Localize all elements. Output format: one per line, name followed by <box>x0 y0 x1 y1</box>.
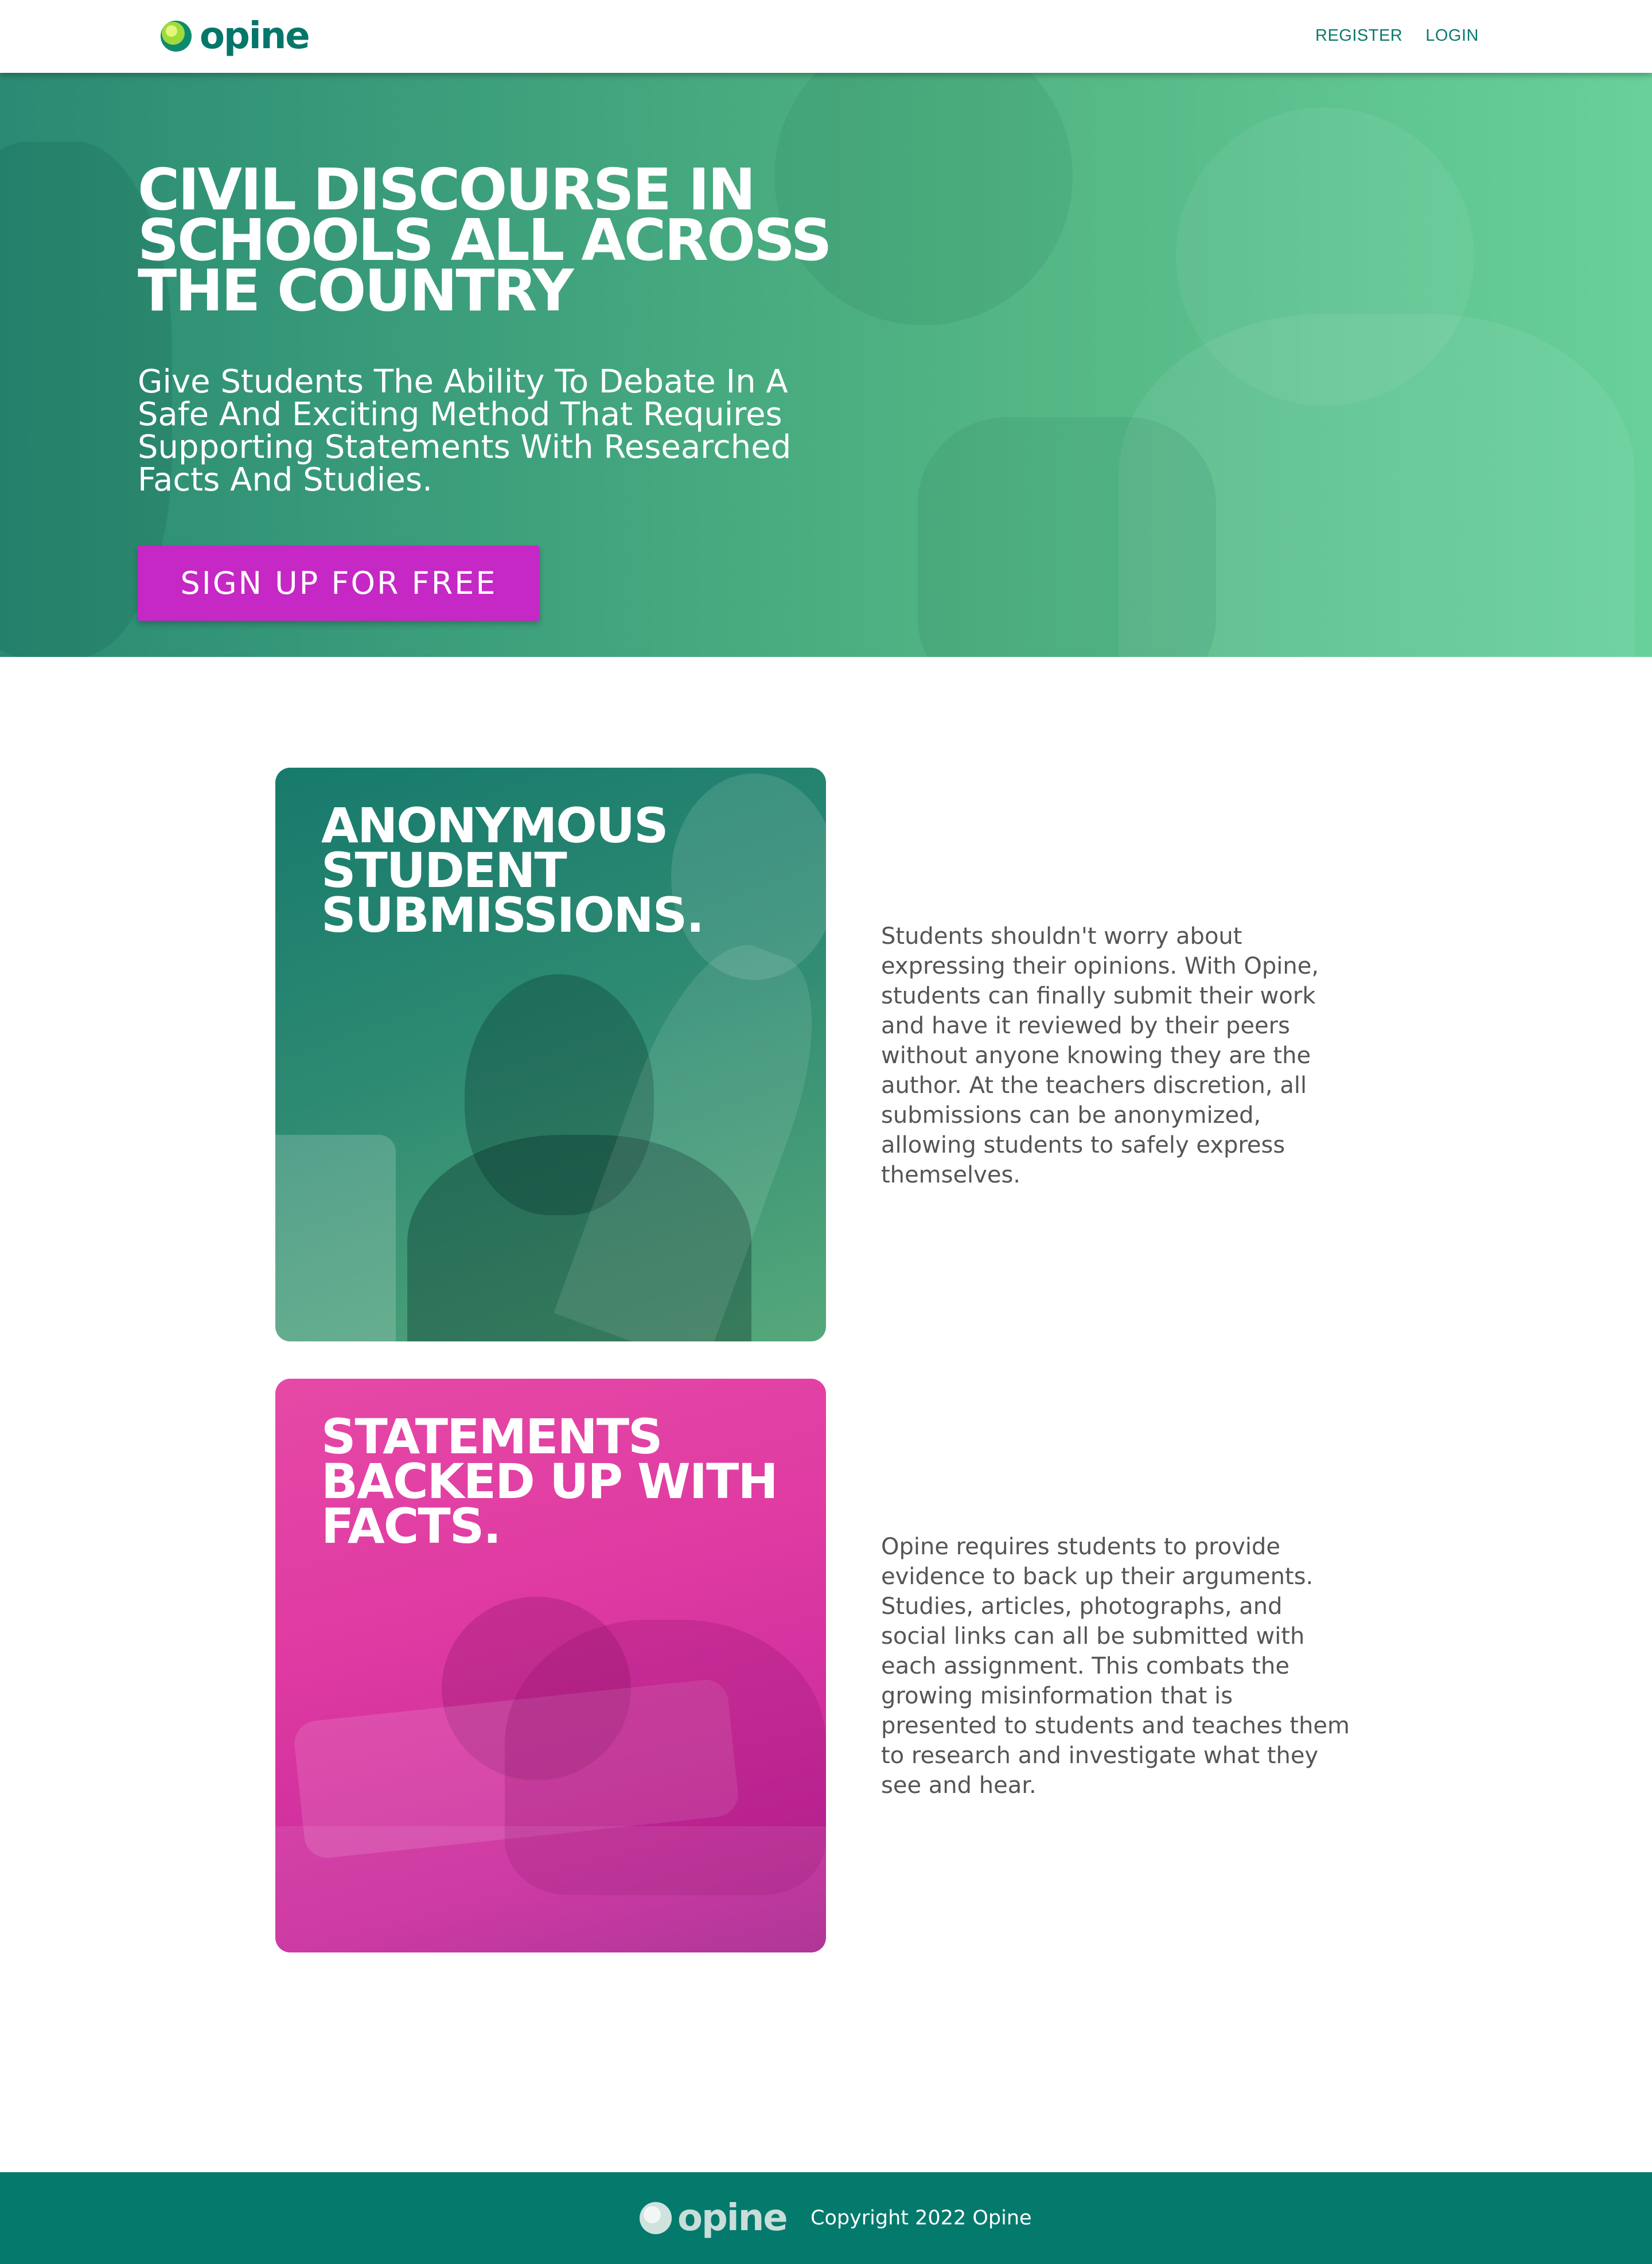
hero-title: CIVIL DISCOURSE IN SCHOOLS ALL ACROSS TH… <box>138 156 832 324</box>
copyright-text: Copyright 2022 Opine <box>811 2207 1032 2230</box>
feature-title: ANONYMOUS STUDENT SUBMISSIONS. <box>321 798 704 943</box>
feature-card-anonymous: ANONYMOUS STUDENT SUBMISSIONS. <box>275 768 826 1341</box>
top-navbar: opine REGISTER LOGIN <box>0 0 1652 73</box>
hero-section: CIVIL DISCOURSE IN SCHOOLS ALL ACROSS TH… <box>0 73 1652 657</box>
feature-description: Students shouldn't worry about expressin… <box>881 923 1319 1188</box>
register-link[interactable]: REGISTER <box>1315 25 1402 46</box>
feature-card-facts: STATEMENTS BACKED UP WITH FACTS. <box>275 1379 826 1952</box>
opine-logo-icon <box>640 2202 672 2234</box>
opine-logo-icon <box>159 20 193 53</box>
feature-title: STATEMENTS BACKED UP WITH FACTS. <box>321 1409 778 1554</box>
hero-subtitle: Give Students The Ability To Debate In A… <box>138 363 792 499</box>
sign-up-free-button[interactable]: SIGN UP FOR FREE <box>138 546 540 621</box>
opine-logo[interactable]: opine <box>159 15 310 57</box>
opine-logo-text: opine <box>200 15 310 57</box>
footer: opine Copyright 2022 Opine <box>0 2172 1652 2264</box>
header-nav: REGISTER LOGIN <box>1292 25 1479 46</box>
footer-logo-text: opine <box>677 2197 788 2239</box>
feature-description: Opine requires students to provide evide… <box>881 1534 1350 1799</box>
footer-opine-logo[interactable]: opine <box>640 2197 788 2239</box>
login-link[interactable]: LOGIN <box>1425 25 1479 46</box>
